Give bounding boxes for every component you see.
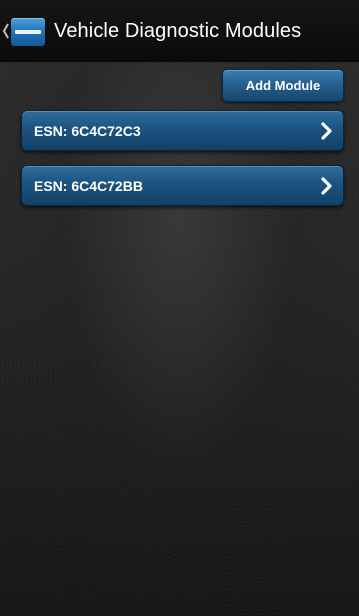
logo-stripe [15,30,41,34]
app-screen: Vehicle Diagnostic Modules Add Module ES… [0,0,359,616]
module-row-1[interactable]: ESN: 6C4C72C3 [21,110,344,151]
module-esn-label: ESN: 6C4C72C3 [34,123,141,139]
module-row-2[interactable]: ESN: 6C4C72BB [21,165,344,206]
app-logo-icon [11,18,45,46]
page-title: Vehicle Diagnostic Modules [54,20,302,42]
chevron-right-icon [321,177,332,195]
chevron-right-icon [321,122,332,140]
action-bar: Vehicle Diagnostic Modules [0,0,359,63]
chevron-left-icon [2,23,9,39]
module-esn-label: ESN: 6C4C72BB [34,178,143,194]
add-module-button[interactable]: Add Module [222,69,344,102]
